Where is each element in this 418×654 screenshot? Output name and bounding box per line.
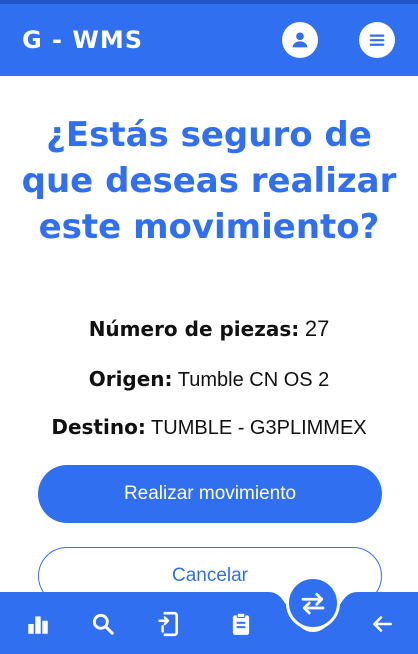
clipboard-icon xyxy=(232,612,250,635)
pieces-label: Número de piezas: xyxy=(88,317,300,341)
profile-button[interactable] xyxy=(282,22,318,58)
nav-entry[interactable] xyxy=(148,604,188,644)
bottom-nav-background xyxy=(0,592,418,654)
origin-label: Origen: xyxy=(88,367,173,391)
bottom-nav xyxy=(0,592,418,654)
bar-chart-icon xyxy=(28,616,48,634)
pieces-row: Número de piezas: 27 xyxy=(0,316,418,342)
app-header: G - WMS xyxy=(0,4,418,76)
menu-button[interactable] xyxy=(359,22,395,58)
search-icon xyxy=(92,613,114,635)
destination-row: Destino: TUMBLE - G3PLIMMEX xyxy=(0,415,418,440)
nav-dashboard[interactable] xyxy=(18,604,58,644)
swap-arrows-icon xyxy=(301,592,325,615)
origin-value: Tumble CN OS 2 xyxy=(177,369,330,391)
confirm-question: ¿Estás seguro de que deseas realizar est… xyxy=(21,115,397,247)
nav-search[interactable] xyxy=(83,604,123,644)
app-title: G - WMS xyxy=(22,26,144,54)
phone-entry-icon xyxy=(158,611,178,637)
pieces-value: 27 xyxy=(304,316,330,341)
confirm-move-button[interactable]: Realizar movimiento xyxy=(38,465,382,523)
account-icon xyxy=(292,32,308,48)
origin-row: Origen: Tumble CN OS 2 xyxy=(0,367,418,392)
nav-back[interactable] xyxy=(362,604,402,644)
nav-move-fab[interactable] xyxy=(286,576,340,630)
destination-value: TUMBLE - G3PLIMMEX xyxy=(151,417,367,439)
menu-icon xyxy=(369,34,385,46)
nav-tasks[interactable] xyxy=(221,604,261,644)
back-arrow-icon xyxy=(373,616,392,632)
destination-label: Destino: xyxy=(51,415,146,439)
